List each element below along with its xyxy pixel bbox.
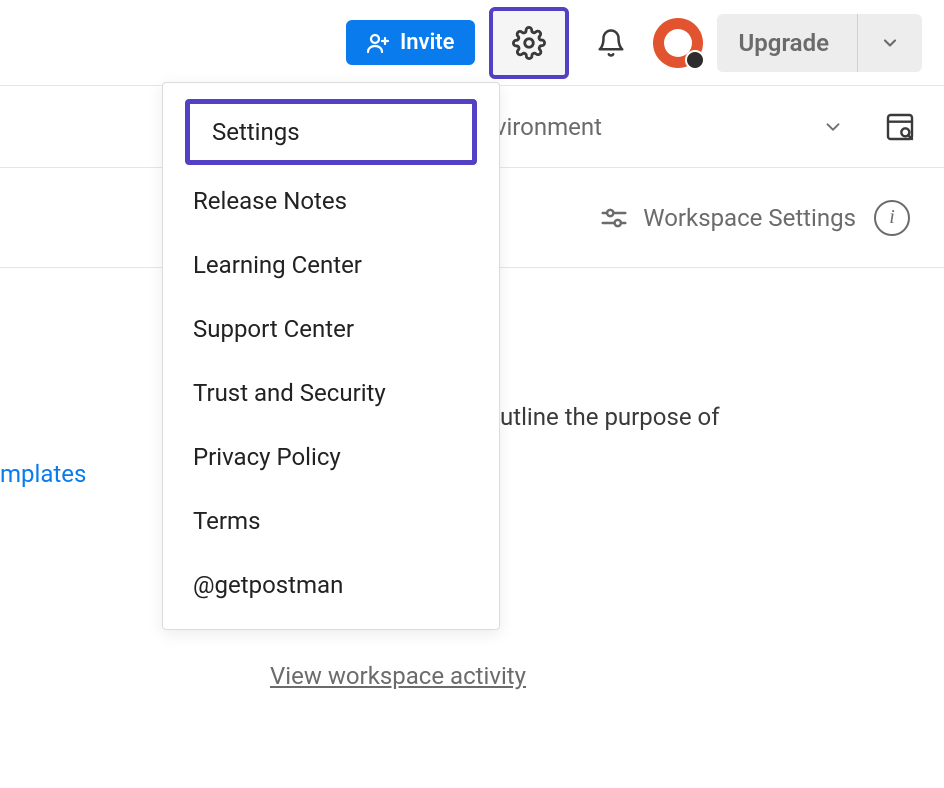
invite-user-icon (366, 31, 390, 55)
top-bar: Invite Upgrade (0, 0, 944, 86)
dropdown-item-getpostman[interactable]: @getpostman (163, 553, 499, 617)
sliders-icon (599, 203, 629, 233)
info-icon[interactable]: i (874, 200, 910, 236)
workspace-settings-link[interactable]: Workspace Settings (599, 203, 856, 233)
dropdown-item-release-notes[interactable]: Release Notes (163, 169, 499, 233)
dropdown-item-learning-center[interactable]: Learning Center (163, 233, 499, 297)
environment-quick-look-icon[interactable] (884, 111, 916, 143)
workspace-settings-label: Workspace Settings (643, 204, 856, 232)
notifications-button[interactable] (583, 15, 639, 71)
upgrade-label: Upgrade (739, 29, 829, 57)
dropdown-item-terms[interactable]: Terms (163, 489, 499, 553)
dropdown-item-trust-security[interactable]: Trust and Security (163, 361, 499, 425)
bell-icon (596, 28, 626, 58)
avatar-badge (685, 50, 705, 70)
invite-button[interactable]: Invite (346, 20, 475, 65)
invite-label: Invite (400, 30, 455, 55)
dropdown-item-privacy-policy[interactable]: Privacy Policy (163, 425, 499, 489)
settings-gear-button[interactable] (489, 7, 569, 79)
dropdown-item-support-center[interactable]: Support Center (163, 297, 499, 361)
gear-icon (512, 26, 546, 60)
templates-link[interactable]: mplates (0, 460, 86, 488)
chevron-down-icon[interactable] (857, 14, 900, 72)
chevron-down-icon[interactable] (822, 116, 844, 138)
view-activity-link[interactable]: View workspace activity (270, 662, 526, 690)
dropdown-item-settings[interactable]: Settings (185, 99, 477, 165)
upgrade-button[interactable]: Upgrade (717, 14, 922, 72)
purpose-text: utline the purpose of (500, 403, 720, 431)
avatar[interactable] (653, 18, 703, 68)
settings-dropdown: Settings Release Notes Learning Center S… (162, 82, 500, 630)
